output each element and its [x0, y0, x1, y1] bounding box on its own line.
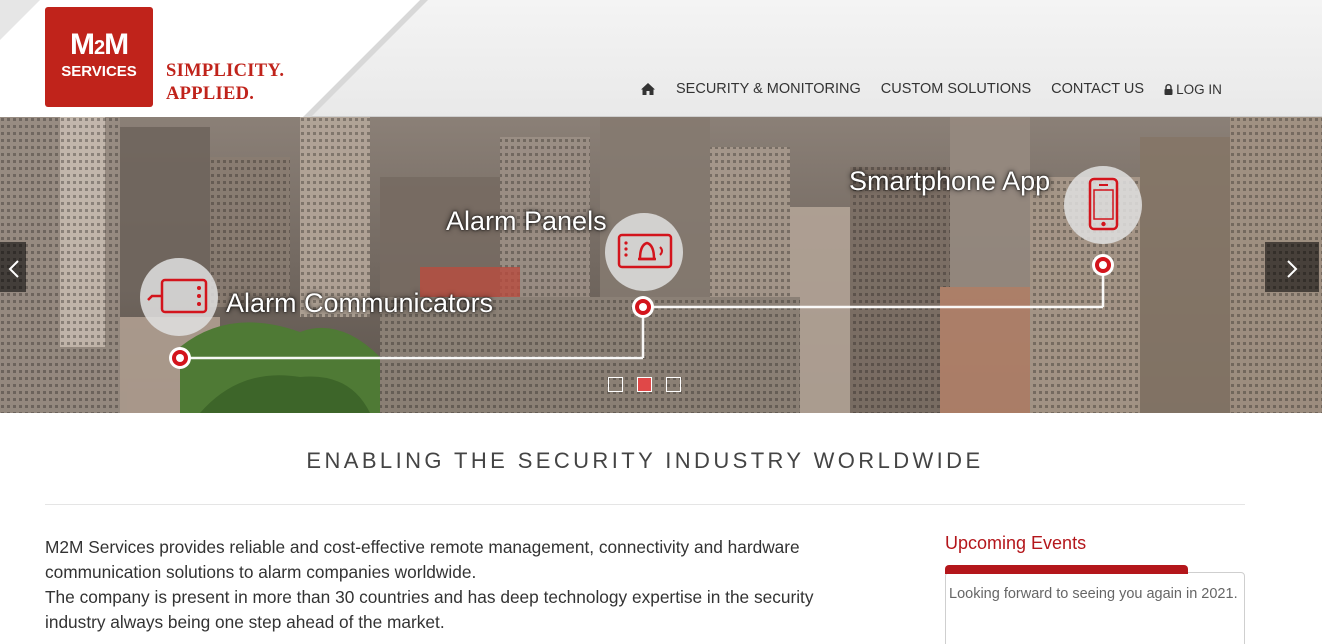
- slider-dot-2[interactable]: [637, 377, 652, 392]
- main-nav: SECURITY & MONITORING CUSTOM SOLUTIONS C…: [640, 79, 1222, 99]
- communicator-device-icon: [140, 258, 218, 336]
- logo-wordmark: M2M: [69, 28, 129, 61]
- intro-paragraph-2: The company is present in more than 30 c…: [45, 587, 814, 632]
- slider-pagination: [608, 377, 695, 392]
- nav-contact-us[interactable]: CONTACT US: [1051, 79, 1144, 99]
- tagline-line-1: SIMPLICITY.: [166, 61, 285, 81]
- lock-icon: [1164, 83, 1173, 95]
- hero-slider: Alarm Communicators Alarm Panels Smartph…: [0, 117, 1322, 413]
- intro-paragraph-1: M2M Services provides reliable and cost-…: [45, 537, 800, 582]
- logo[interactable]: M2M SERVICES: [45, 7, 153, 107]
- events-tab-accent: [945, 565, 1188, 574]
- tagline: SIMPLICITY. APPLIED.: [166, 60, 284, 106]
- login-label: LOG IN: [1176, 81, 1222, 97]
- slider-dot-1[interactable]: [608, 377, 623, 392]
- slider-prev-button[interactable]: [0, 242, 26, 292]
- slider-dot-3[interactable]: [666, 377, 681, 392]
- chevron-right-icon: [1287, 260, 1298, 278]
- login-link[interactable]: LOG IN: [1164, 82, 1222, 97]
- site-header: M2M SERVICES SIMPLICITY. APPLIED. SECURI…: [0, 0, 1322, 117]
- tagline-line-2: APPLIED.: [166, 84, 255, 104]
- intro-text: M2M Services provides reliable and cost-…: [45, 535, 865, 635]
- page-headline: ENABLING THE SECURITY INDUSTRY WORLDWIDE: [306, 448, 984, 473]
- logo-subtitle: SERVICES: [61, 63, 137, 80]
- alarm-panel-icon: [605, 213, 683, 291]
- chevron-left-icon: [8, 260, 19, 278]
- slide-label-communicators: Alarm Communicators: [226, 288, 494, 318]
- slide-label-panels: Alarm Panels: [446, 206, 607, 236]
- slider-next-button[interactable]: [1265, 242, 1319, 292]
- smartphone-icon: [1064, 166, 1142, 244]
- home-icon[interactable]: [640, 80, 656, 98]
- section-divider: [45, 504, 1245, 505]
- events-text: Looking forward to seeing you again in 2…: [949, 586, 1238, 602]
- nav-custom-solutions[interactable]: CUSTOM SOLUTIONS: [881, 79, 1031, 99]
- nav-security-monitoring[interactable]: SECURITY & MONITORING: [676, 79, 861, 99]
- slide-label-app: Smartphone App: [849, 166, 1051, 196]
- events-title: Upcoming Events: [945, 533, 1087, 553]
